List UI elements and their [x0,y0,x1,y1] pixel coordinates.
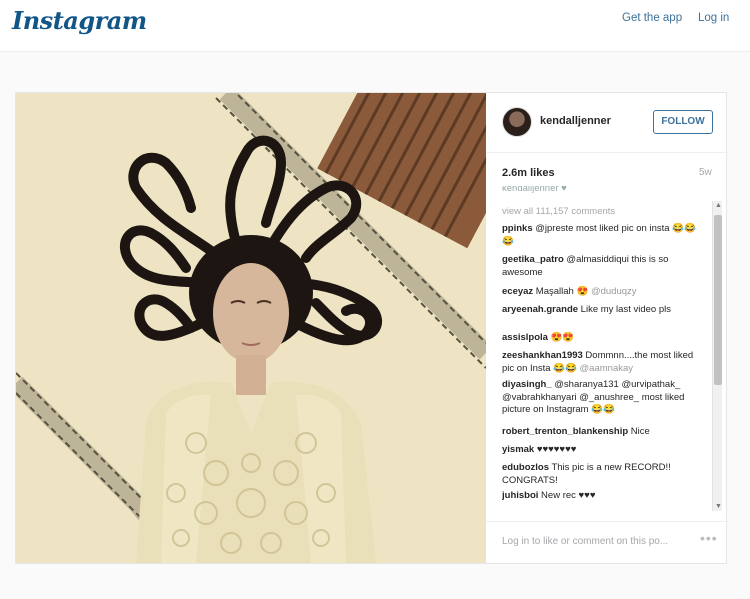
post-photo[interactable] [16,93,486,563]
more-options-icon[interactable]: ••• [700,530,718,546]
avatar[interactable] [502,107,532,137]
instagram-logo[interactable]: Instagram [12,6,147,35]
comment-item: yismak ♥♥♥♥♥♥♥ [502,444,706,457]
comment-item: zeeshankhan1993 Dommnn....the most liked… [502,350,706,375]
post-time-ago: 5w [699,167,712,178]
comment-extra: 😂😂 [591,404,615,415]
comment-text: ♥♥♥♥♥♥♥ [534,444,577,455]
log-in-link[interactable]: Log in [698,12,729,24]
comment-username[interactable]: edubozlos [502,462,549,473]
login-to-comment-link[interactable]: Log in to like or comment on this po... [502,536,668,547]
scrollbar-thumb[interactable] [714,215,722,385]
likes-count[interactable]: 2.6m likes [502,167,555,179]
post-header: kendalljenner FOLLOW [486,93,728,153]
comment-username[interactable]: zeeshankhan1993 [502,350,583,361]
face [213,263,289,363]
comment-username[interactable]: ppinks [502,223,533,234]
comment-text: Nice [628,426,650,437]
comments-list[interactable]: kendalljenner ♥ view all 111,157 comment… [502,186,706,504]
view-all-comments-link[interactable]: view all 111,157 comments [502,206,615,217]
post-side-panel: kendalljenner FOLLOW 2.6m likes 5w kenda… [486,93,728,563]
comment-item: aryeenah.grande Like my last video pls [502,304,706,317]
scroll-up-arrow-icon[interactable]: ▲ [714,201,723,210]
get-the-app-link[interactable]: Get the app [622,12,682,24]
comment-item: assislpola 😍😍 [502,332,706,345]
comment-username[interactable]: aryeenah.grande [502,304,578,315]
comment-text: Like my last video pls [578,304,671,315]
post-card: kendalljenner FOLLOW 2.6m likes 5w kenda… [15,92,728,564]
follow-button[interactable]: FOLLOW [653,110,713,134]
comment-item: robert_trenton_blankenship Nice [502,426,706,439]
top-bar: Instagram Get the app Log in [0,0,750,52]
comment-username[interactable]: assislpola [502,332,548,343]
comment-username[interactable]: diyasingh_ [502,379,552,390]
comments-scrollbar[interactable]: ▲ ▼ [712,201,722,511]
comment-item: edubozlos This pic is a new RECORD!! CON… [502,462,706,487]
post-footer: Log in to like or comment on this po... … [486,521,728,563]
comment-item: ppinks @jpreste most liked pic on insta … [502,223,706,248]
scroll-down-arrow-icon[interactable]: ▼ [714,502,723,511]
caption-text: kendalljenner ♥ [502,186,567,194]
comment-item: diyasingh_ @sharanya131 @urvipathak_ @va… [502,379,706,417]
post-username[interactable]: kendalljenner [540,115,611,127]
comment-extra: 😂😂 @aamnakay [553,362,634,374]
comment-text: New rec ♥♥♥ [538,490,596,501]
comment-extra: 😍 @duduqzy [576,286,637,297]
comment-username[interactable]: yismak [502,444,534,455]
comment-item: juhisboi New rec ♥♥♥ [502,490,706,503]
post-photo-illustration [16,93,486,563]
comment-item: geetika_patro @almasiddiqui this is so a… [502,254,706,279]
comment-username[interactable]: robert_trenton_blankenship [502,426,628,437]
comment-username[interactable]: eceyaz [502,286,533,297]
comment-text: @jpreste most liked pic on insta [532,223,673,234]
comment-username[interactable]: juhisboi [502,490,538,501]
comment-username[interactable]: geetika_patro [502,254,564,265]
comment-extra: 😍😍 [550,332,575,343]
comment-text: Maşallah [533,286,577,297]
comment-item: eceyaz Maşallah 😍 @duduqzy [502,286,706,299]
